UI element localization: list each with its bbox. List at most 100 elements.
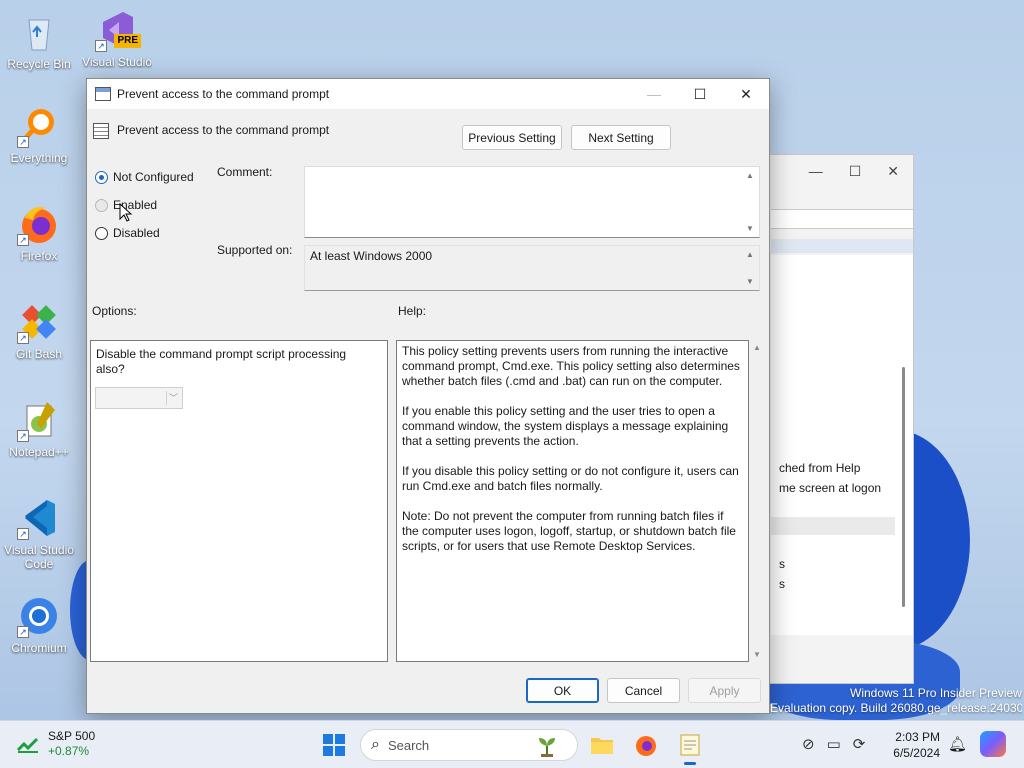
desktop-icon-label: Recycle Bin: [7, 57, 71, 71]
background-window-toolbar: [771, 209, 913, 229]
firefox-icon: ↗: [17, 202, 61, 246]
help-paragraph: Note: Do not prevent the computer from r…: [402, 509, 736, 553]
option-dropdown[interactable]: ﹀: [95, 387, 183, 409]
copilot-icon[interactable]: [980, 731, 1006, 757]
desktop-icon-label: Firefox: [20, 249, 58, 263]
notepad-icon: [680, 734, 700, 756]
list-item[interactable]: ched from Help: [779, 461, 860, 475]
radio-not-configured[interactable]: Not Configured: [95, 170, 194, 184]
stock-chart-icon: [16, 737, 39, 753]
search-placeholder: Search: [387, 737, 430, 753]
apply-button[interactable]: Apply: [688, 678, 761, 703]
network-off-icon[interactable]: ⊘: [802, 735, 815, 753]
start-button[interactable]: [318, 729, 350, 761]
shortcut-arrow-icon: ↗: [17, 234, 29, 246]
background-window-header: [771, 239, 913, 253]
desktop-icon-notepadpp[interactable]: ↗ Notepad++: [4, 398, 74, 459]
comment-label: Comment:: [217, 165, 273, 179]
display-icon[interactable]: ▭: [827, 735, 841, 753]
options-label: Options:: [92, 304, 137, 318]
list-item[interactable]: s: [779, 557, 785, 571]
shortcut-arrow-icon: ↗: [17, 430, 29, 442]
clock[interactable]: 2:03 PM 6/5/2024: [888, 729, 940, 761]
close-icon[interactable]: ✕: [887, 163, 899, 180]
watermark-line1: Windows 11 Pro Insider Preview: [850, 686, 1022, 700]
shortcut-arrow-icon: ↗: [17, 626, 29, 638]
taskbar-file-explorer[interactable]: [586, 729, 618, 761]
radio-indicator[interactable]: [95, 198, 108, 212]
scroll-up-icon[interactable]: ▲: [745, 250, 755, 259]
system-tray[interactable]: ⊘ ▭ ⟳: [802, 735, 865, 753]
help-paragraph: If you enable this policy setting and th…: [402, 404, 729, 448]
desktop-icon-chromium[interactable]: ↗ Chromium: [4, 594, 74, 655]
desktop-icon-label: Everything: [10, 151, 68, 165]
shortcut-arrow-icon: ↗: [17, 332, 29, 344]
scroll-down-icon[interactable]: ▼: [745, 277, 755, 286]
desktop-icon-label: Visual Studio 2022 Preview: [82, 55, 152, 69]
help-paragraph: This policy setting prevents users from …: [402, 344, 740, 388]
taskbar[interactable]: S&P 500 +0.87% ⌕ Search ⊘ ▭ ⟳ 2:03 PM 6/…: [0, 720, 1024, 768]
search-highlight-plant-icon: [539, 738, 555, 757]
policy-setting-dialog[interactable]: Prevent access to the command prompt — ☐…: [86, 78, 770, 714]
dialog-title: Prevent access to the command prompt: [117, 87, 330, 101]
desktop-icon-vscode[interactable]: ↗ Visual Studio Code: [4, 496, 74, 571]
watermark-line2: Evaluation copy. Build 26080.ge_release.…: [770, 701, 1022, 715]
supported-on-value: At least Windows 2000: [310, 249, 433, 263]
chevron-down-icon[interactable]: ﹀: [166, 391, 180, 405]
shortcut-arrow-icon: ↗: [17, 136, 29, 148]
supported-on-field[interactable]: At least Windows 2000 ▲ ▼: [304, 245, 760, 291]
clock-date: 6/5/2024: [893, 746, 940, 760]
scrollbar[interactable]: [902, 367, 905, 607]
background-window-list[interactable]: ched from Help me screen at logon s s: [771, 255, 913, 635]
ok-button[interactable]: OK: [526, 678, 599, 703]
desktop-icon-visual-studio[interactable]: PRE ↗ Visual Studio 2022 Preview: [82, 8, 152, 69]
scroll-down-icon[interactable]: ▼: [753, 650, 761, 659]
desktop-icon-recycle-bin[interactable]: Recycle Bin: [4, 10, 74, 71]
maximize-button[interactable]: ☐: [677, 79, 723, 109]
windows-start-icon: [323, 734, 345, 756]
radio-indicator[interactable]: [95, 170, 108, 184]
maximize-icon[interactable]: ☐: [849, 163, 862, 180]
desktop-icon-firefox[interactable]: ↗ Firefox: [4, 202, 74, 263]
chromium-icon: ↗: [17, 594, 61, 638]
previous-setting-button[interactable]: Previous Setting: [462, 125, 562, 150]
shortcut-arrow-icon: ↗: [95, 40, 107, 52]
sync-icon[interactable]: ⟳: [853, 735, 866, 753]
everything-search-icon: ↗: [17, 104, 61, 148]
desktop-icon-label: Notepad++: [9, 445, 69, 459]
option-text: Disable the command prompt script proces…: [96, 347, 347, 376]
taskbar-search[interactable]: ⌕ Search: [360, 729, 578, 761]
desktop-icon-everything[interactable]: ↗ Everything: [4, 104, 74, 165]
radio-indicator[interactable]: [95, 226, 108, 240]
help-paragraph: If you disable this policy setting or do…: [402, 464, 739, 493]
options-panel[interactable]: Disable the command prompt script proces…: [90, 340, 388, 662]
scroll-up-icon[interactable]: ▲: [753, 343, 761, 352]
shortcut-arrow-icon: ↗: [17, 528, 29, 540]
cancel-button[interactable]: Cancel: [607, 678, 680, 703]
mouse-cursor-icon: [119, 203, 133, 222]
next-setting-button[interactable]: Next Setting: [571, 125, 671, 150]
taskbar-firefox[interactable]: [630, 729, 662, 761]
list-item[interactable]: s: [779, 577, 785, 591]
list-item-selected[interactable]: [771, 517, 895, 535]
scroll-down-icon[interactable]: ▼: [745, 224, 755, 233]
list-item[interactable]: me screen at logon: [779, 481, 881, 495]
firefox-icon: [636, 736, 656, 756]
desktop-icon-label: Visual Studio Code: [4, 543, 74, 571]
taskbar-notepad[interactable]: [674, 729, 706, 765]
radio-disabled[interactable]: Disabled: [95, 226, 160, 240]
background-window[interactable]: — ☐ ✕ ched from Help me screen at logon …: [760, 154, 914, 684]
help-panel[interactable]: This policy setting prevents users from …: [396, 340, 749, 662]
close-button[interactable]: ✕: [723, 79, 769, 109]
scroll-up-icon[interactable]: ▲: [745, 171, 755, 180]
desktop-icon-git-bash[interactable]: ↗ Git Bash: [4, 300, 74, 361]
desktop-icon-label: Git Bash: [15, 347, 63, 361]
stock-widget[interactable]: S&P 500 +0.87%: [16, 729, 95, 759]
notepadpp-icon: ↗: [17, 398, 61, 442]
minimize-icon[interactable]: —: [809, 163, 823, 179]
notification-bell-icon[interactable]: 🔔︎: [948, 735, 967, 753]
comment-textarea[interactable]: ▲ ▼: [304, 166, 760, 238]
visual-studio-icon: PRE ↗: [95, 8, 141, 52]
dialog-titlebar[interactable]: Prevent access to the command prompt — ☐…: [87, 79, 769, 109]
minimize-button[interactable]: —: [631, 79, 677, 109]
